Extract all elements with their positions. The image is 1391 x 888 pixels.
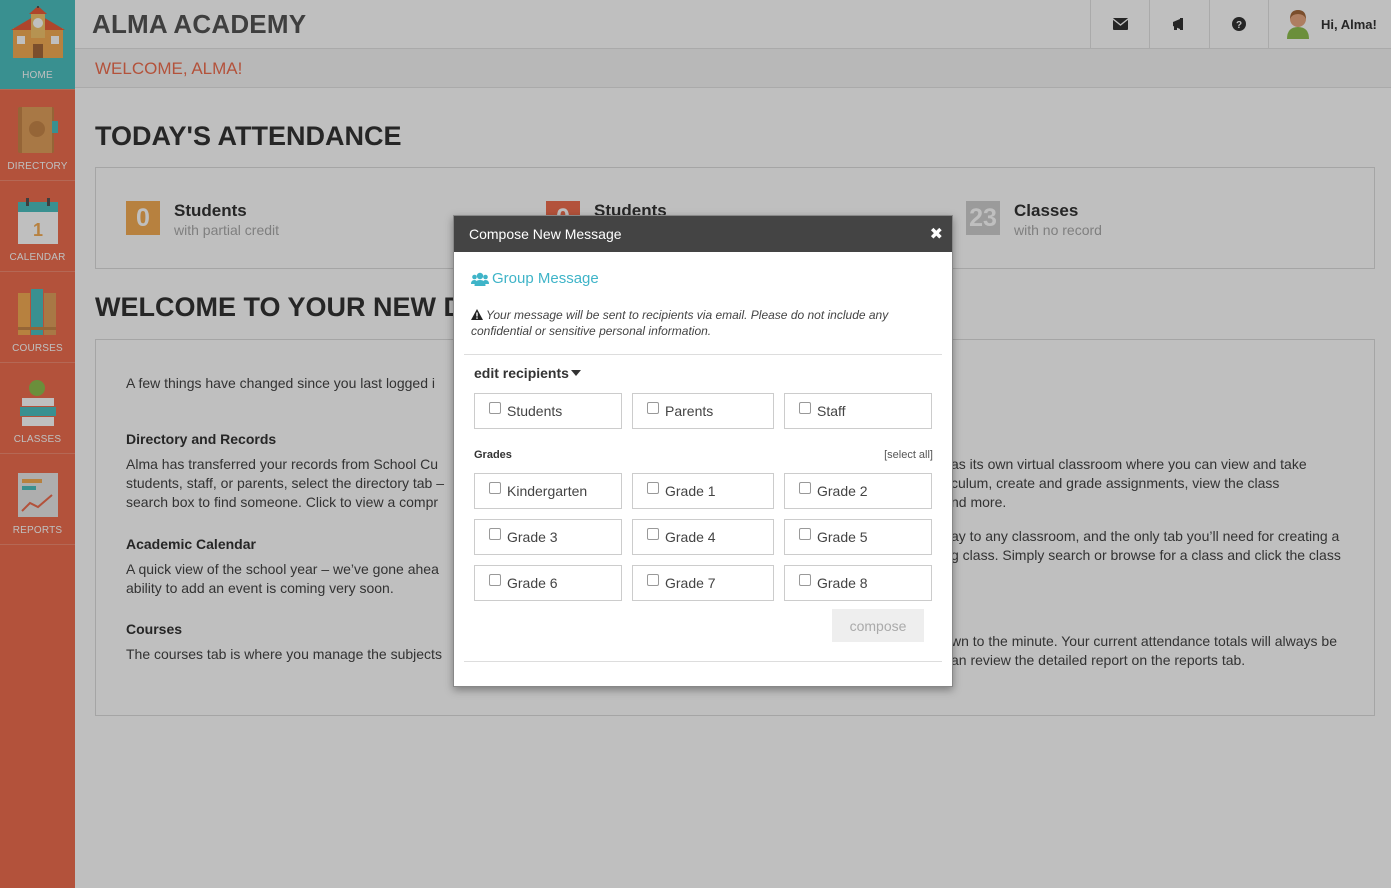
- modal-title: Compose New Message: [469, 226, 622, 242]
- select-all-link[interactable]: [select all]: [884, 449, 933, 461]
- checkbox-label: Grade 3: [507, 529, 558, 545]
- notice-text: Your message will be sent to recipients …: [471, 308, 889, 338]
- group-message-link[interactable]: Group Message: [471, 270, 599, 287]
- checkbox-icon[interactable]: [799, 482, 811, 494]
- checkbox-label: Grade 5: [817, 529, 868, 545]
- checkbox-label: Grade 2: [817, 483, 868, 499]
- checkbox-icon[interactable]: [489, 402, 501, 414]
- compose-message-modal: Compose New Message ✖ Group Message Your…: [453, 215, 953, 687]
- email-notice: Your message will be sent to recipients …: [471, 307, 931, 339]
- edit-recipients-label: edit recipients: [474, 365, 569, 381]
- checkbox-label: Kindergarten: [507, 483, 588, 499]
- grades-label: Grades: [474, 449, 512, 461]
- checkbox-icon[interactable]: [647, 482, 659, 494]
- warning-icon: [471, 309, 483, 320]
- compose-button[interactable]: compose: [832, 609, 924, 642]
- grade-3-checkbox[interactable]: Grade 3: [474, 519, 622, 555]
- divider: [464, 354, 942, 355]
- checkbox-icon[interactable]: [489, 482, 501, 494]
- modal-header: Compose New Message ✖: [454, 216, 952, 252]
- recipient-students-checkbox[interactable]: Students: [474, 393, 622, 429]
- caret-down-icon: [570, 370, 581, 376]
- checkbox-icon[interactable]: [489, 574, 501, 586]
- grade-kindergarten-checkbox[interactable]: Kindergarten: [474, 473, 622, 509]
- users-icon: [471, 272, 489, 286]
- checkbox-icon[interactable]: [647, 528, 659, 540]
- checkbox-label: Students: [507, 403, 563, 419]
- checkbox-label: Grade 1: [665, 483, 716, 499]
- grade-2-checkbox[interactable]: Grade 2: [784, 473, 932, 509]
- checkbox-icon[interactable]: [647, 574, 659, 586]
- checkbox-icon[interactable]: [647, 402, 659, 414]
- checkbox-icon[interactable]: [799, 528, 811, 540]
- checkbox-label: Grade 8: [817, 575, 868, 591]
- checkbox-label: Grade 7: [665, 575, 716, 591]
- grade-7-checkbox[interactable]: Grade 7: [632, 565, 774, 601]
- edit-recipients-toggle[interactable]: edit recipients: [474, 365, 581, 381]
- grade-6-checkbox[interactable]: Grade 6: [474, 565, 622, 601]
- group-message-label: Group Message: [492, 270, 599, 287]
- grade-4-checkbox[interactable]: Grade 4: [632, 519, 774, 555]
- grade-5-checkbox[interactable]: Grade 5: [784, 519, 932, 555]
- recipient-parents-checkbox[interactable]: Parents: [632, 393, 774, 429]
- checkbox-icon[interactable]: [489, 528, 501, 540]
- checkbox-icon[interactable]: [799, 402, 811, 414]
- checkbox-label: Parents: [665, 403, 714, 419]
- close-icon[interactable]: ✖: [930, 224, 943, 244]
- divider: [464, 661, 942, 662]
- checkbox-label: Staff: [817, 403, 846, 419]
- grade-1-checkbox[interactable]: Grade 1: [632, 473, 774, 509]
- checkbox-label: Grade 4: [665, 529, 716, 545]
- recipient-staff-checkbox[interactable]: Staff: [784, 393, 932, 429]
- grade-8-checkbox[interactable]: Grade 8: [784, 565, 932, 601]
- checkbox-icon[interactable]: [799, 574, 811, 586]
- checkbox-label: Grade 6: [507, 575, 558, 591]
